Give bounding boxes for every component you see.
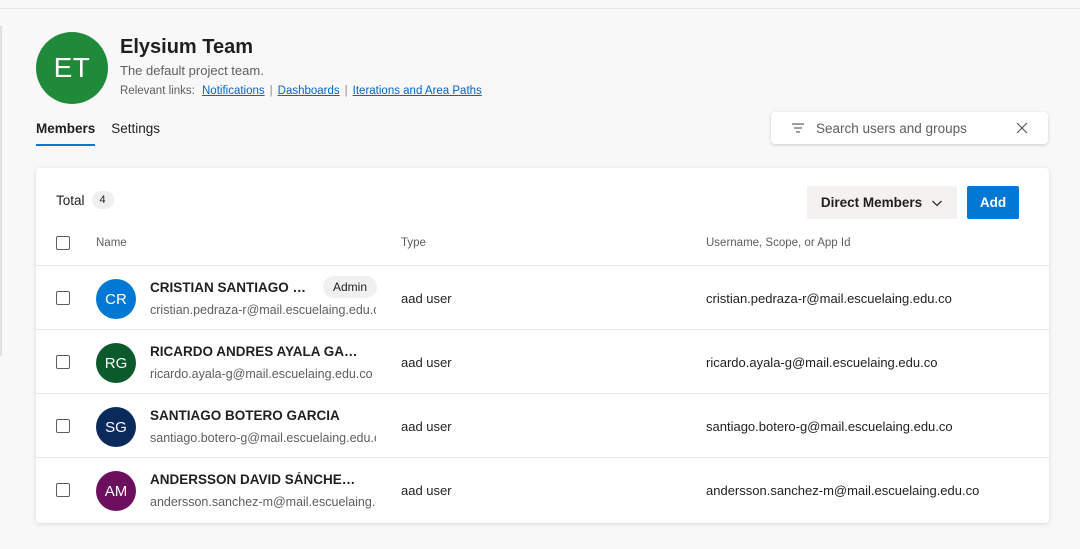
row-checkbox[interactable] bbox=[56, 419, 70, 433]
left-rail bbox=[0, 26, 2, 356]
member-email: ricardo.ayala-g@mail.escuelaing.edu.co bbox=[150, 367, 373, 381]
row-checkbox[interactable] bbox=[56, 291, 70, 305]
total-count-badge: 4 bbox=[91, 191, 114, 209]
filter-icon bbox=[792, 123, 804, 133]
member-username: andersson.sanchez-m@mail.escuelaing.edu.… bbox=[706, 483, 980, 498]
column-header-type[interactable]: Type bbox=[401, 237, 426, 249]
avatar: CR bbox=[96, 279, 136, 319]
search-box bbox=[771, 112, 1048, 144]
select-all-checkbox[interactable] bbox=[56, 236, 70, 250]
iterations-area-paths-link[interactable]: Iterations and Area Paths bbox=[353, 85, 482, 97]
member-name: CRISTIAN SANTIAGO PEDRAZA RODRIGUEZ bbox=[150, 280, 310, 295]
team-tabs: Members Settings bbox=[36, 121, 160, 146]
avatar: RG bbox=[96, 343, 136, 383]
member-username: cristian.pedraza-r@mail.escuelaing.edu.c… bbox=[706, 291, 952, 306]
member-username: ricardo.ayala-g@mail.escuelaing.edu.co bbox=[706, 355, 938, 370]
member-name: ANDERSSON DAVID SÁNCHEZ MENDEZ bbox=[150, 472, 362, 487]
row-checkbox[interactable] bbox=[56, 355, 70, 369]
member-username: santiago.botero-g@mail.escuelaing.edu.co bbox=[706, 419, 953, 434]
team-avatar: ET bbox=[36, 32, 108, 104]
link-separator: | bbox=[269, 85, 273, 97]
tab-settings[interactable]: Settings bbox=[111, 121, 160, 146]
table-row[interactable]: SG SANTIAGO BOTERO GARCIA santiago.boter… bbox=[36, 394, 1049, 458]
top-divider bbox=[0, 8, 1080, 9]
team-description: The default project team. bbox=[120, 63, 264, 78]
table-row[interactable]: CR CRISTIAN SANTIAGO PEDRAZA RODRIGUEZ A… bbox=[36, 266, 1049, 330]
dropdown-label: Direct Members bbox=[820, 195, 923, 210]
member-name: RICARDO ANDRES AYALA GARZON bbox=[150, 344, 362, 359]
link-separator: | bbox=[344, 85, 348, 97]
table-row[interactable]: RG RICARDO ANDRES AYALA GARZON ricardo.a… bbox=[36, 330, 1049, 394]
total-count: Total 4 bbox=[56, 191, 114, 209]
member-type: aad user bbox=[401, 355, 452, 370]
table-row[interactable]: AM ANDERSSON DAVID SÁNCHEZ MENDEZ anders… bbox=[36, 458, 1049, 522]
member-type: aad user bbox=[401, 483, 452, 498]
add-button[interactable]: Add bbox=[967, 186, 1019, 219]
member-type: aad user bbox=[401, 291, 452, 306]
member-email: andersson.sanchez-m@mail.escuelaing.edu.… bbox=[150, 495, 376, 509]
avatar: AM bbox=[96, 471, 136, 511]
column-header-name[interactable]: Name bbox=[96, 237, 127, 249]
member-name: SANTIAGO BOTERO GARCIA bbox=[150, 408, 340, 423]
row-checkbox[interactable] bbox=[56, 483, 70, 497]
member-email: cristian.pedraza-r@mail.escuelaing.edu.c… bbox=[150, 303, 376, 317]
dashboards-link[interactable]: Dashboards bbox=[278, 85, 340, 97]
member-type: aad user bbox=[401, 419, 452, 434]
team-name: Elysium Team bbox=[120, 36, 254, 58]
column-header-username[interactable]: Username, Scope, or App Id bbox=[706, 237, 850, 249]
chevron-down-icon bbox=[932, 200, 943, 206]
admin-badge: Admin bbox=[323, 276, 378, 298]
notifications-link[interactable]: Notifications bbox=[202, 85, 265, 97]
member-email: santiago.botero-g@mail.escuelaing.edu.co bbox=[150, 431, 376, 445]
members-panel: Total 4 Direct Members Add Name Type Use… bbox=[36, 168, 1049, 523]
tab-members[interactable]: Members bbox=[36, 121, 96, 146]
relevant-links: Relevant links: Notifications | Dashboards… bbox=[120, 85, 482, 97]
total-label: Total bbox=[56, 192, 85, 208]
direct-members-dropdown[interactable]: Direct Members bbox=[807, 186, 957, 219]
search-input[interactable] bbox=[814, 119, 1008, 137]
close-icon[interactable] bbox=[1016, 122, 1028, 134]
relevant-links-label: Relevant links: bbox=[120, 85, 195, 97]
avatar: SG bbox=[96, 407, 136, 447]
